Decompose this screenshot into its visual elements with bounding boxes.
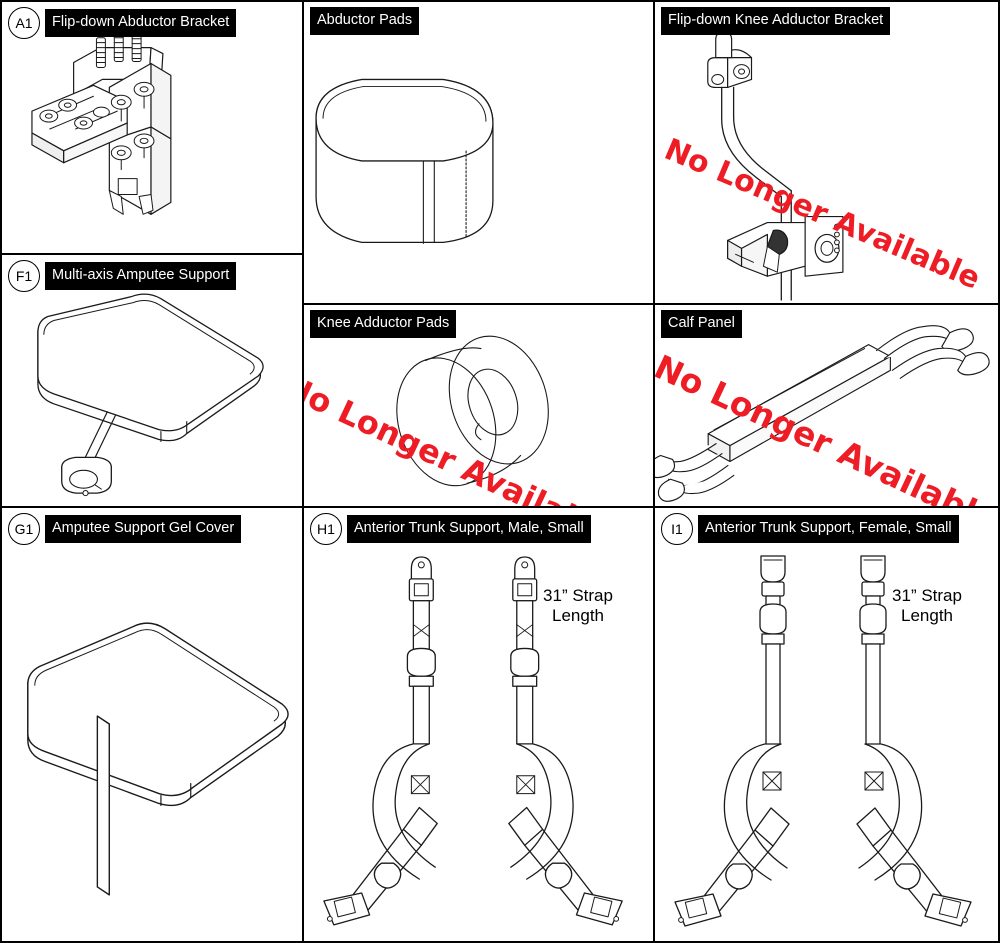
item-badge: H1 [310, 513, 342, 545]
strap-length-line-2: Length [552, 606, 604, 626]
panel-anterior-trunk-support-female[interactable]: I1 Anterior Trunk Support, Female, Small [655, 508, 998, 941]
parts-diagram-sheet: A1 Flip-down Abductor Bracket Abductor P… [0, 0, 1000, 943]
panel-multi-axis-amputee-support[interactable]: F1 Multi-axis Amputee Support [2, 255, 304, 508]
item-badge: I1 [661, 513, 693, 545]
panel-header: H1 Anterior Trunk Support, Male, Small [310, 513, 591, 545]
panel-label: Knee Adductor Pads [310, 310, 457, 338]
illustration-gel-cover [2, 508, 302, 941]
panel-abductor-pads[interactable]: Abductor Pads B1 Small(Gel), [304, 2, 655, 305]
panel-label: Abductor Pads [310, 7, 420, 35]
panel-label: Flip-down Knee Adductor Bracket [661, 7, 891, 35]
illustration-abductor-pad [304, 2, 653, 303]
strap-length-line-1: 31” Strap [892, 586, 962, 605]
panel-header: G1 Amputee Support Gel Cover [8, 513, 242, 545]
panel-label: Flip-down Abductor Bracket [45, 9, 237, 37]
panel-amputee-support-gel-cover[interactable]: G1 Amputee Support Gel Cover [2, 508, 304, 941]
illustration-abductor-bracket [2, 2, 302, 253]
panel-header: Calf Panel [661, 310, 742, 338]
panel-anterior-trunk-support-male[interactable]: H1 Anterior Trunk Support, Male, Small 3… [304, 508, 655, 941]
panel-flip-down-abductor-bracket[interactable]: A1 Flip-down Abductor Bracket [2, 2, 304, 255]
panel-label: Multi-axis Amputee Support [45, 262, 237, 290]
panel-calf-panel[interactable]: Calf Panel No Longer Available [655, 305, 998, 508]
strap-length-line-2: Length [901, 606, 953, 626]
panel-header: Flip-down Knee Adductor Bracket [661, 7, 891, 35]
panel-header: A1 Flip-down Abductor Bracket [8, 7, 237, 39]
panel-label: Calf Panel [661, 310, 742, 338]
panel-header: I1 Anterior Trunk Support, Female, Small [661, 513, 959, 545]
panel-label: Anterior Trunk Support, Female, Small [698, 515, 959, 543]
strap-length-callout: 31” Strap Length [867, 586, 987, 627]
illustration-amputee-support [2, 255, 302, 506]
panel-header: F1 Multi-axis Amputee Support [8, 260, 237, 292]
panel-knee-adductor-pads[interactable]: Knee Adductor Pads No Longer Available [304, 305, 655, 508]
item-badge: G1 [8, 513, 40, 545]
item-badge: A1 [8, 7, 40, 39]
illustration-trunk-support-female [655, 508, 998, 941]
illustration-knee-adductor-bracket [655, 2, 998, 303]
panel-header: Abductor Pads [310, 7, 420, 35]
strap-length-line-1: 31” Strap [543, 586, 613, 605]
panel-label: Amputee Support Gel Cover [45, 515, 242, 543]
panel-flip-down-knee-adductor-bracket[interactable]: Flip-down Knee Adductor Bracket No Longe… [655, 2, 998, 305]
illustration-trunk-support-male [304, 508, 653, 941]
panel-header: Knee Adductor Pads [310, 310, 457, 338]
panel-label: Anterior Trunk Support, Male, Small [347, 515, 591, 543]
strap-length-callout: 31” Strap Length [518, 586, 638, 627]
item-badge: F1 [8, 260, 40, 292]
